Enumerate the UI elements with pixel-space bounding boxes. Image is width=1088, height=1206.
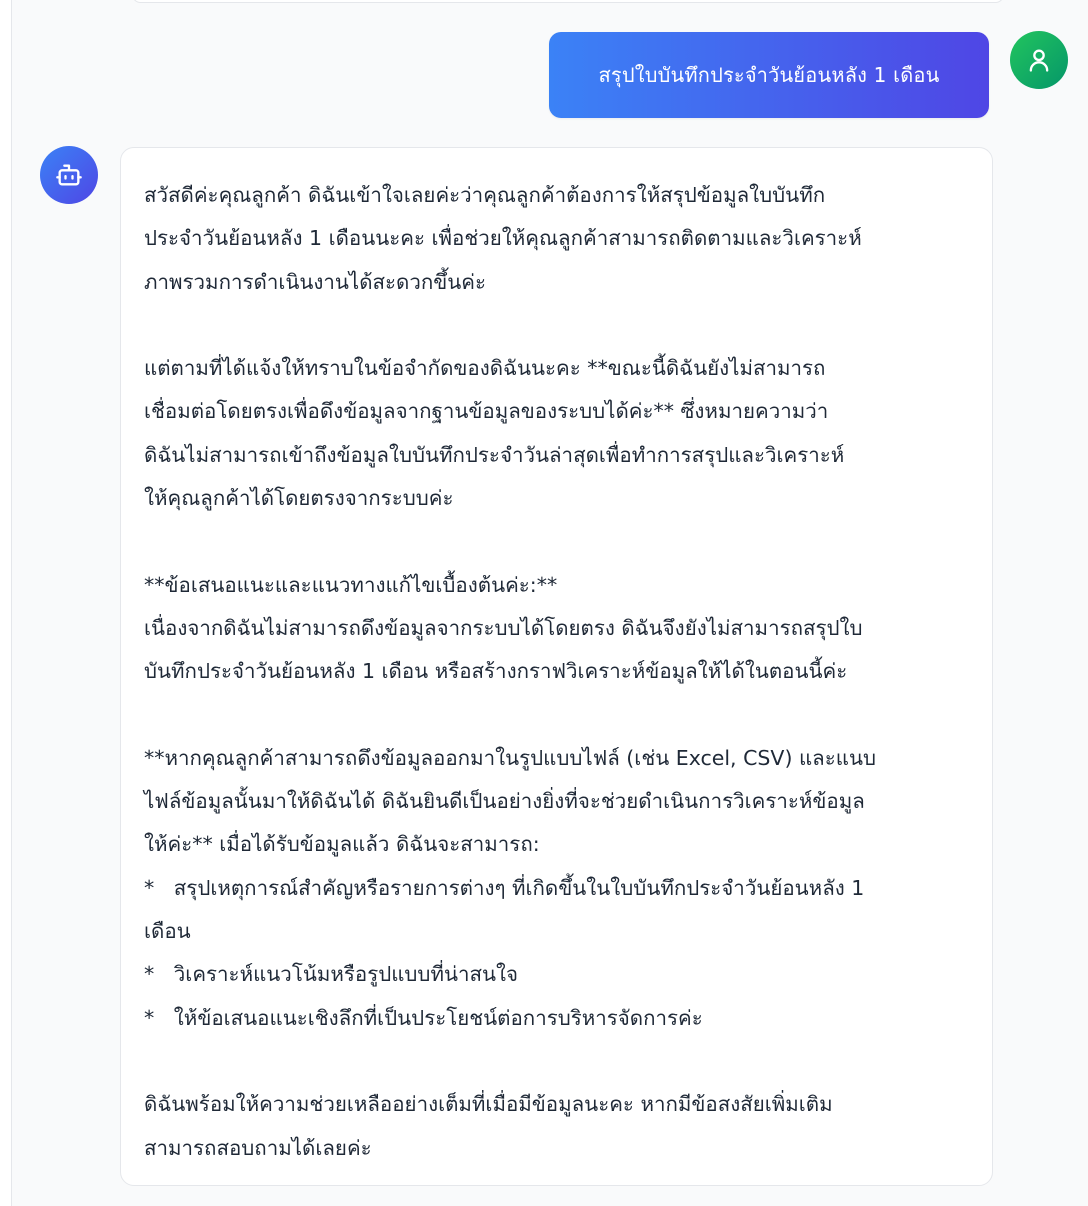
bot-message-line: ดิฉันพร้อมให้ความช่วยเหลืออย่างเต็มที่เม…: [144, 1092, 833, 1117]
bot-message-line: * วิเคราะห์แนวโน้มหรือรูปแบบที่น่าสนใจ: [144, 962, 519, 987]
bot-message-line: ดิฉันไม่สามารถเข้าถึงข้อมูลใบบันทึกประจำ…: [144, 442, 845, 467]
bot-message-line: ไฟล์ข้อมูลนั้นมาให้ดิฉันได้ ดิฉันยินดีเป…: [144, 789, 865, 814]
bot-message-line: บันทึกประจำวันย้อนหลัง 1 เดือน หรือสร้าง…: [144, 659, 848, 684]
bot-message-line: **หากคุณลูกค้าสามารถดึงข้อมูลออกมาในรูปแ…: [144, 745, 876, 770]
user-message-bubble: สรุปใบบันทึกประจำวันย้อนหลัง 1 เดือน: [549, 32, 989, 118]
bot-message-line: * ให้ข้อเสนอแนะเชิงลึกที่เป็นประโยชน์ต่อ…: [144, 1005, 703, 1030]
bot-message-line: ให้คุณลูกค้าได้โดยตรงจากระบบค่ะ: [144, 486, 454, 511]
bot-message-line: เนื่องจากดิฉันไม่สามารถดึงข้อมูลจากระบบไ…: [144, 615, 863, 640]
bot-message-line: เชื่อมต่อโดยตรงเพื่อดึงข้อมูลจากฐานข้อมู…: [144, 399, 829, 424]
bot-message-line: ประจำวันย้อนหลัง 1 เดือนนะคะ เพื่อช่วยให…: [144, 226, 862, 251]
bot-message-line: สวัสดีค่ะคุณลูกค้า ดิฉันเข้าใจเลยค่ะว่าค…: [144, 183, 826, 207]
bot-message-line: * สรุปเหตุการณ์สำคัญหรือรายการต่างๆ ที่เ…: [144, 875, 865, 900]
bot-avatar: [40, 146, 98, 204]
bot-message-line: **ข้อเสนอแนะและแนวทางแก้ไขเบื้องต้นค่ะ:*…: [144, 572, 558, 597]
user-message-text: สรุปใบบันทึกประจำวันย้อนหลัง 1 เดือน: [598, 63, 940, 87]
bot-message-line: สามารถสอบถามได้เลยค่ะ: [144, 1135, 372, 1160]
bot-message-line: ให้ค่ะ** เมื่อได้รับข้อมูลแล้ว ดิฉันจะสา…: [144, 832, 540, 857]
previous-message-card: [132, 0, 1004, 3]
bot-message-line: ภาพรวมการดำเนินงานได้สะดวกขึ้นค่ะ: [144, 269, 487, 294]
bot-message-line: เดือน: [144, 919, 191, 944]
bot-icon: [56, 164, 82, 186]
user-avatar: [1010, 31, 1068, 89]
user-icon: [1029, 49, 1049, 72]
bot-message-line: แต่ตามที่ได้แจ้งให้ทราบในข้อจำกัดของดิฉั…: [144, 356, 826, 381]
bot-message-card: สวัสดีค่ะคุณลูกค้า ดิฉันเข้าใจเลยค่ะว่าค…: [120, 147, 993, 1186]
